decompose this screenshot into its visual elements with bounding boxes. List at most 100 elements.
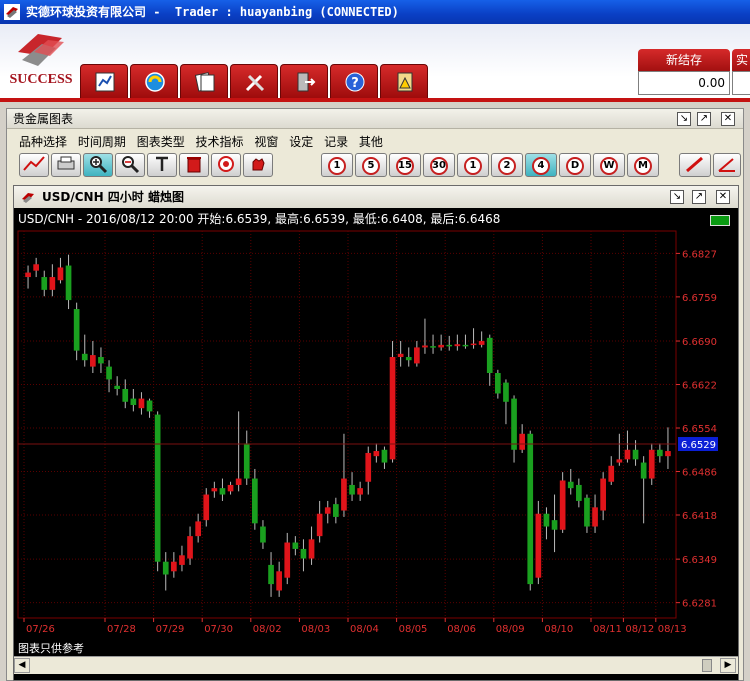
period-5m-button[interactable]: 5 <box>355 153 387 177</box>
candle-body <box>495 373 501 394</box>
chart-button[interactable] <box>80 64 128 98</box>
period-15m-label: 15 <box>396 157 414 175</box>
balance-label: 新结存 <box>638 49 730 71</box>
y-tick-label: 6.6349 <box>682 555 717 566</box>
chart-minimize-button[interactable]: ↘ <box>670 190 684 204</box>
refresh-icon <box>145 72 165 92</box>
text-tool[interactable] <box>147 153 177 177</box>
window-titlebar[interactable]: 实德环球投资有限公司 - Trader : huayanbing (CONNEC… <box>0 0 750 24</box>
candle-body <box>203 494 210 521</box>
period-week-button[interactable]: W <box>593 153 625 177</box>
draw-angle-tool[interactable] <box>713 153 741 177</box>
alert-button[interactable] <box>380 64 428 98</box>
menu-settings[interactable]: 设定 <box>289 135 313 149</box>
scroll-thumb[interactable] <box>702 659 712 672</box>
candle-body <box>503 382 509 402</box>
record-tool[interactable] <box>211 153 241 177</box>
period-day-button[interactable]: D <box>559 153 591 177</box>
help-button[interactable]: ? <box>330 64 378 98</box>
y-tick-label: 6.6827 <box>682 249 717 260</box>
candle-body <box>632 449 639 460</box>
period-4h-button[interactable]: 4 <box>525 153 557 177</box>
balance-value: 0.00 <box>638 71 730 95</box>
menu-view[interactable]: 视窗 <box>254 135 278 149</box>
period-30m-label: 30 <box>430 157 448 175</box>
x-tick-label: 08/11 <box>593 624 622 635</box>
candlestick-chart[interactable]: 6.6827 6.6759 6.6690 6.6622 6.6554 6.6486 6.64… <box>14 186 738 656</box>
chart-menubar: 品种选择 时间周期 图表类型 技术指标 视窗 设定 记录 其他 <box>19 133 390 151</box>
candle-body <box>559 480 566 530</box>
app-header: SUCCESS ? 新结存 0.00 实 <box>0 24 750 100</box>
candle-body <box>454 344 461 347</box>
period-day-label: D <box>566 157 584 175</box>
candle-body <box>373 451 380 457</box>
menu-chart-type[interactable]: 图表类型 <box>137 135 185 149</box>
chart-restore-button[interactable]: ↗ <box>692 190 706 204</box>
logout-button[interactable] <box>280 64 328 98</box>
chart-close-button[interactable]: ✕ <box>716 190 730 204</box>
panel-restore-button[interactable]: ↗ <box>697 112 711 126</box>
menu-other[interactable]: 其他 <box>359 135 383 149</box>
menu-period[interactable]: 时间周期 <box>78 135 126 149</box>
chart-window-title: USD/CNH 四小时 蜡烛图 <box>42 190 184 204</box>
candle-body <box>648 449 655 479</box>
candle-body <box>640 462 647 479</box>
main-toolbar: ? <box>80 64 432 98</box>
menu-symbol[interactable]: 品种选择 <box>19 135 67 149</box>
exit-door-icon <box>297 72 316 92</box>
chart-disclaimer: 图表只供参考 <box>18 642 84 655</box>
panel-minimize-button[interactable]: ↘ <box>677 112 691 126</box>
zoom-in-tool[interactable] <box>83 153 113 177</box>
y-tick-label: 6.6486 <box>682 468 717 479</box>
period-1m-button[interactable]: 1 <box>321 153 353 177</box>
panel-close-button[interactable]: ✕ <box>721 112 735 126</box>
chart-toolbar: 1 5 15 30 1 2 4 D W M <box>19 153 741 179</box>
period-1h-button[interactable]: 1 <box>457 153 489 177</box>
tools-icon <box>245 74 265 92</box>
y-tick-label: 6.6418 <box>682 511 717 522</box>
printer-icon <box>57 156 75 170</box>
candle-body <box>146 400 153 412</box>
candle-body <box>65 265 72 301</box>
period-15m-button[interactable]: 15 <box>389 153 421 177</box>
horizontal-scrollbar[interactable]: ◀ ▶ <box>14 656 738 674</box>
period-month-button[interactable]: M <box>627 153 659 177</box>
plot-frame <box>17 230 677 619</box>
x-tick-label: 08/10 <box>544 624 573 635</box>
candle-body <box>49 277 56 290</box>
tools-button[interactable] <box>230 64 278 98</box>
draw-line-tool[interactable] <box>679 153 711 177</box>
period-2h-button[interactable]: 2 <box>491 153 523 177</box>
zoom-out-tool[interactable] <box>115 153 145 177</box>
candle-body <box>381 449 388 463</box>
candle-body <box>462 344 469 347</box>
delete-tool[interactable] <box>179 153 209 177</box>
candle-body <box>551 520 558 530</box>
candle-body <box>300 548 307 559</box>
text-icon <box>156 156 168 171</box>
hand-tool[interactable] <box>243 153 273 177</box>
period-1m-label: 1 <box>328 157 346 175</box>
logo-emblem <box>18 34 64 66</box>
period-30m-button[interactable]: 30 <box>423 153 455 177</box>
line-chart-tool[interactable] <box>19 153 49 177</box>
candle-body <box>98 357 104 364</box>
chart-window-titlebar[interactable]: USD/CNH 四小时 蜡烛图 <box>14 186 738 208</box>
chart-doc-icon <box>95 72 115 92</box>
candle-body <box>535 513 542 578</box>
candle-body <box>657 449 663 457</box>
chart-panel-titlebar[interactable]: 贵金属图表 <box>7 109 743 129</box>
scroll-left-arrow-icon[interactable]: ◀ <box>14 658 30 673</box>
x-tick-label: 08/13 <box>658 624 687 635</box>
header-divider <box>0 98 750 102</box>
scroll-right-arrow-icon[interactable]: ▶ <box>720 658 736 673</box>
orders-button[interactable] <box>180 64 228 98</box>
second-panel-label: 实 <box>732 49 750 71</box>
menu-indicators[interactable]: 技术指标 <box>196 135 244 149</box>
print-tool[interactable] <box>51 153 81 177</box>
refresh-button[interactable] <box>130 64 178 98</box>
menu-records[interactable]: 记录 <box>324 135 348 149</box>
candle-body <box>81 353 88 361</box>
candle-body <box>171 561 177 572</box>
x-tick-label: 08/04 <box>350 624 379 635</box>
